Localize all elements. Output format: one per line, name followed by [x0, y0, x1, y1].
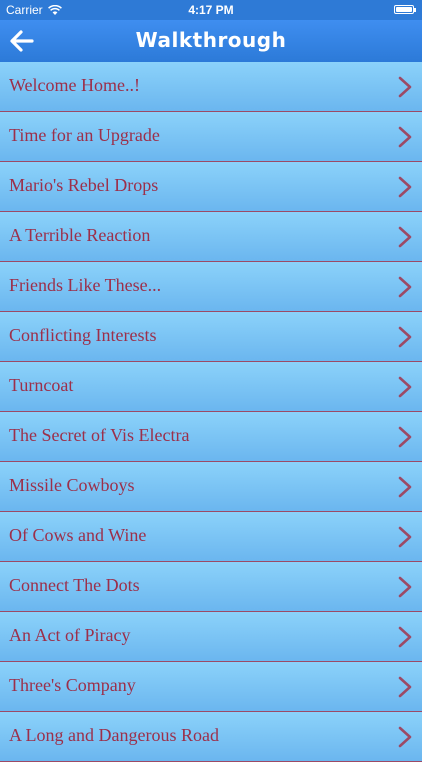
chevron-right-icon	[398, 376, 412, 398]
list-item[interactable]: Three's Company	[0, 662, 422, 712]
chevron-right-icon	[398, 276, 412, 298]
list-item[interactable]: Missile Cowboys	[0, 462, 422, 512]
chevron-right-icon	[398, 176, 412, 198]
list-item-label: An Act of Piracy	[9, 625, 131, 645]
list-item[interactable]: Time for an Upgrade	[0, 112, 422, 162]
list-item-label: Three's Company	[9, 675, 136, 695]
chevron-right-icon	[398, 476, 412, 498]
chevron-right-icon	[398, 126, 412, 148]
walkthrough-list: Welcome Home..! Time for an Upgrade Mario'…	[0, 62, 422, 762]
chevron-right-icon	[398, 526, 412, 548]
list-item-label: Friends Like These...	[9, 275, 162, 295]
list-item[interactable]: Mario's Rebel Drops	[0, 162, 422, 212]
battery-icon	[394, 5, 416, 14]
list-item[interactable]: An Act of Piracy	[0, 612, 422, 662]
list-item-label: Of Cows and Wine	[9, 525, 147, 545]
list-item-label: Mario's Rebel Drops	[9, 175, 159, 195]
list-item-label: A Terrible Reaction	[9, 225, 151, 245]
list-item[interactable]: The Secret of Vis Electra	[0, 412, 422, 462]
list-item[interactable]: Of Cows and Wine	[0, 512, 422, 562]
chevron-right-icon	[398, 76, 412, 98]
list-item[interactable]: Turncoat	[0, 362, 422, 412]
list-item[interactable]: A Long and Dangerous Road	[0, 712, 422, 762]
list-item[interactable]: Conflicting Interests	[0, 312, 422, 362]
list-item-label: Connect The Dots	[9, 575, 140, 595]
navigation-bar: Walkthrough	[0, 20, 422, 62]
chevron-right-icon	[398, 626, 412, 648]
list-item-label: A Long and Dangerous Road	[9, 725, 219, 745]
list-item[interactable]: A Terrible Reaction	[0, 212, 422, 262]
list-item-label: The Secret of Vis Electra	[9, 425, 190, 445]
chevron-right-icon	[398, 226, 412, 248]
chevron-right-icon	[398, 576, 412, 598]
list-item-label: Welcome Home..!	[9, 75, 141, 95]
list-item[interactable]: Connect The Dots	[0, 562, 422, 612]
chevron-right-icon	[398, 676, 412, 698]
list-item[interactable]: Welcome Home..!	[0, 62, 422, 112]
chevron-right-icon	[398, 326, 412, 348]
chevron-right-icon	[398, 726, 412, 748]
list-item-label: Missile Cowboys	[9, 475, 135, 495]
list-item[interactable]: Friends Like These...	[0, 262, 422, 312]
chevron-right-icon	[398, 426, 412, 448]
status-time: 4:17 PM	[188, 3, 234, 17]
list-item-label: Time for an Upgrade	[9, 125, 160, 145]
battery-tip	[414, 8, 416, 12]
page-title: Walkthrough	[135, 28, 287, 52]
list-item-label: Conflicting Interests	[9, 325, 157, 345]
status-bar: Carrier 4:17 PM	[0, 0, 422, 20]
battery-fill	[396, 7, 412, 12]
list-item-label: Turncoat	[9, 375, 74, 395]
